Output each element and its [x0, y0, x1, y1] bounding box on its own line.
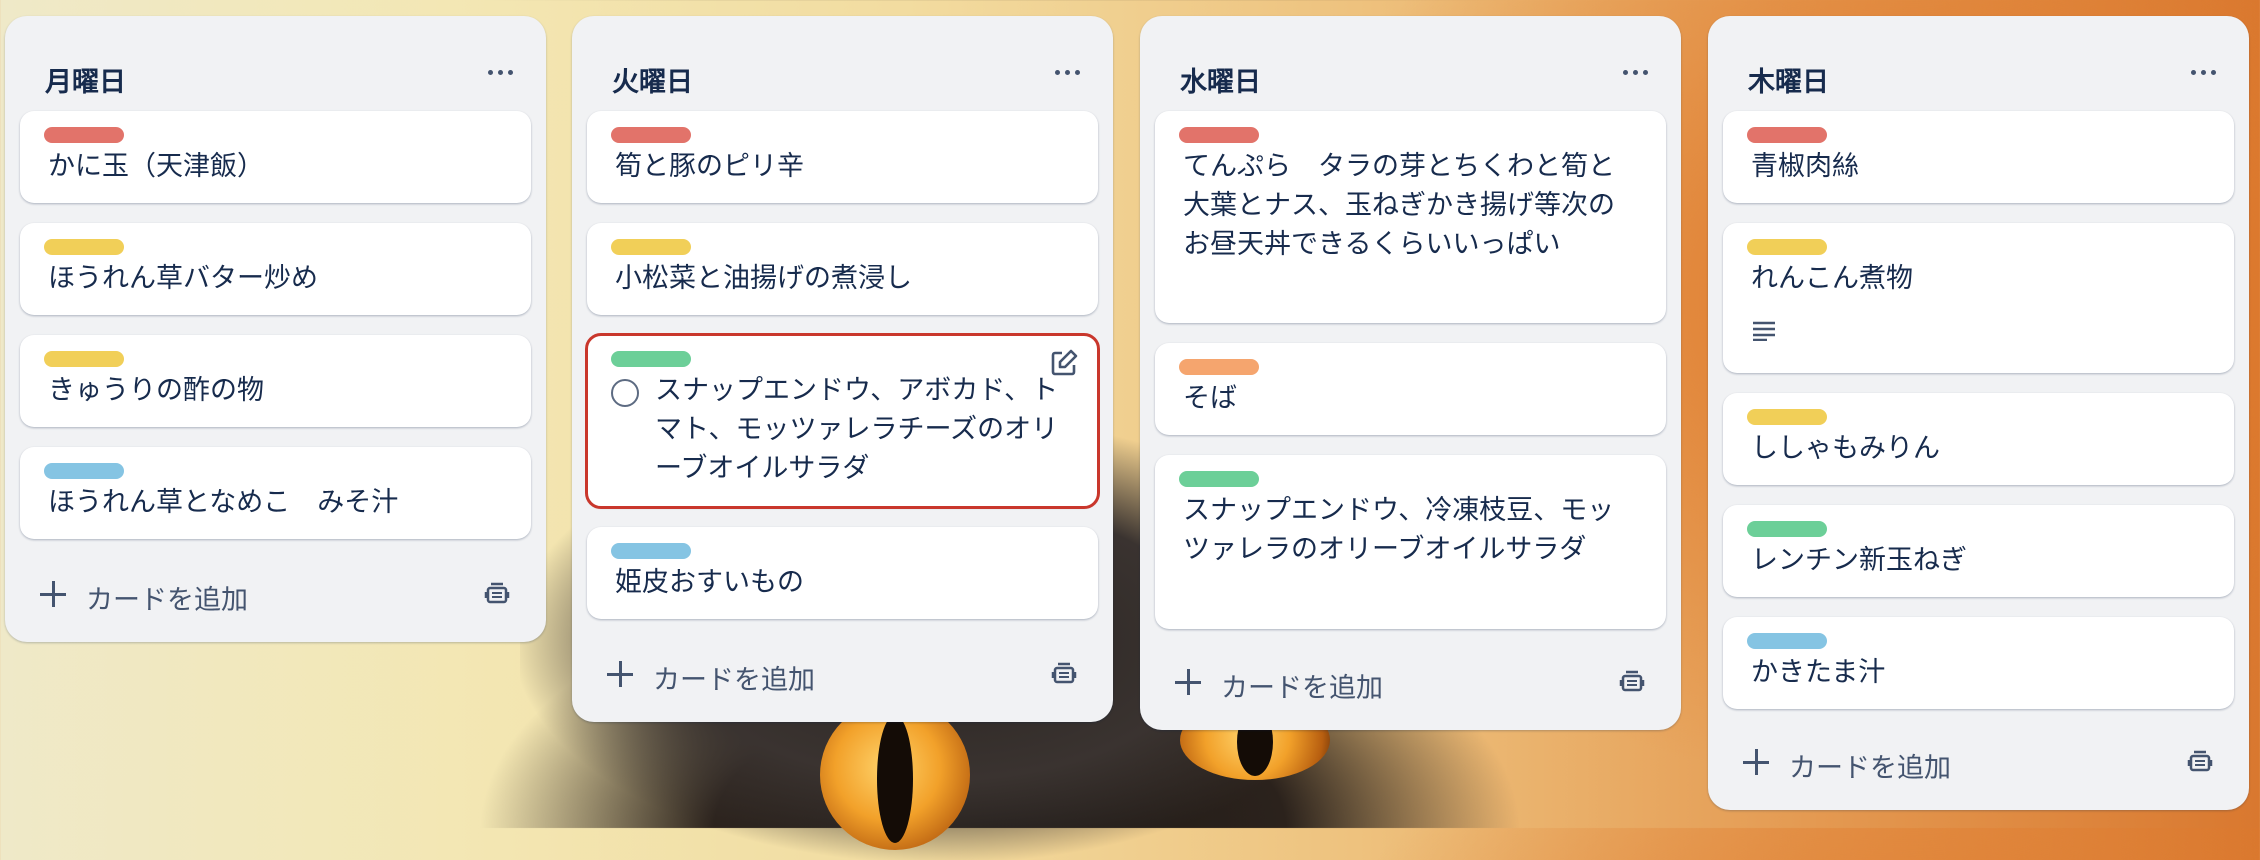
card-title: てんぷら タラの芽とちくわと筍と大葉とナス、玉ねぎかき揚げ等次のお昼天丼できるく…	[1183, 151, 1615, 260]
card-label	[1747, 409, 1827, 425]
plus-icon	[1741, 747, 1771, 777]
card[interactable]: かきたま汁	[1723, 617, 2234, 709]
plus-icon	[1173, 667, 1203, 697]
card[interactable]: れんこん煮物	[1723, 223, 2234, 373]
card-title: ほうれん草バター炒め	[48, 263, 318, 294]
list-monday: 月曜日 かに玉（天津飯） ほうれん草バター炒め きゅうりの酢の物 ほうれん草とな…	[5, 16, 546, 642]
card-selected[interactable]: スナップエンドウ、アボカド、トマト、モッツァレラチーズのオリーブオイルサラダ	[585, 333, 1100, 509]
card[interactable]: ししゃもみりん	[1723, 393, 2234, 485]
add-card-button[interactable]: カードを追加	[1723, 734, 2234, 790]
card[interactable]: 小松菜と油揚げの煮浸し	[587, 223, 1098, 315]
card-title: れんこん煮物	[1751, 263, 1913, 294]
circle-check-icon[interactable]	[611, 379, 639, 407]
card[interactable]: ほうれん草バター炒め	[20, 223, 531, 315]
add-card-label: カードを追加	[653, 665, 815, 696]
card[interactable]: 青椒肉絲	[1723, 111, 2234, 203]
card-title: ししゃもみりん	[1751, 433, 1940, 464]
card-title: そば	[1183, 383, 1237, 414]
card-template-icon[interactable]	[2186, 748, 2214, 776]
card-title: かに玉（天津飯）	[48, 151, 264, 182]
card-label	[1179, 127, 1259, 143]
list-title: 水曜日	[1180, 67, 1261, 98]
card-title: レンチン新玉ねぎ	[1751, 545, 1967, 576]
card-label	[44, 239, 124, 255]
card[interactable]: レンチン新玉ねぎ	[1723, 505, 2234, 597]
list-header: 月曜日	[5, 16, 546, 98]
card-title: スナップエンドウ、冷凍枝豆、モッツァレラのオリーブオイルサラダ	[1183, 495, 1615, 565]
list-header: 火曜日	[572, 16, 1113, 98]
more-horizontal-icon[interactable]	[2183, 52, 2223, 92]
card-title: 筍と豚のピリ辛	[615, 151, 804, 182]
more-horizontal-icon[interactable]	[1047, 52, 1087, 92]
card-title: ほうれん草となめこ みそ汁	[48, 487, 399, 518]
plus-icon	[38, 579, 68, 609]
card-title: 小松菜と油揚げの煮浸し	[615, 263, 912, 294]
card[interactable]: かに玉（天津飯）	[20, 111, 531, 203]
card-template-icon[interactable]	[1050, 660, 1078, 688]
card-template-icon[interactable]	[1618, 668, 1646, 696]
more-horizontal-icon[interactable]	[1615, 52, 1655, 92]
card-label	[611, 239, 691, 255]
card[interactable]: きゅうりの酢の物	[20, 335, 531, 427]
list-header: 木曜日	[1708, 16, 2249, 98]
list-thursday: 木曜日 青椒肉絲 れんこん煮物 ししゃもみりん レンチン新玉ねぎ かきたま汁 カ…	[1708, 16, 2249, 810]
add-card-label: カードを追加	[1221, 673, 1383, 704]
card[interactable]: スナップエンドウ、冷凍枝豆、モッツァレラのオリーブオイルサラダ	[1155, 455, 1666, 629]
card-label	[1747, 521, 1827, 537]
list-title: 月曜日	[45, 67, 126, 98]
card-label	[611, 543, 691, 559]
card-label	[44, 351, 124, 367]
card-label	[1747, 127, 1827, 143]
card-title: 姫皮おすいもの	[615, 567, 804, 598]
card-label	[611, 127, 691, 143]
card-label	[1179, 471, 1259, 487]
list-header: 水曜日	[1140, 16, 1681, 98]
add-card-label: カードを追加	[1789, 753, 1951, 784]
card[interactable]: ほうれん草となめこ みそ汁	[20, 447, 531, 539]
board: 月曜日 かに玉（天津飯） ほうれん草バター炒め きゅうりの酢の物 ほうれん草とな…	[0, 0, 2260, 828]
card[interactable]: そば	[1155, 343, 1666, 435]
card[interactable]: 筍と豚のピリ辛	[587, 111, 1098, 203]
add-card-button[interactable]: カードを追加	[20, 566, 531, 622]
card-label	[1179, 359, 1259, 375]
card-title: きゅうりの酢の物	[48, 375, 264, 406]
card-title: スナップエンドウ、アボカド、トマト、モッツァレラチーズのオリーブオイルサラダ	[655, 375, 1059, 484]
list-title: 火曜日	[612, 67, 693, 98]
card-label	[1747, 239, 1827, 255]
more-horizontal-icon[interactable]	[480, 52, 520, 92]
list-tuesday: 火曜日 筍と豚のピリ辛 小松菜と油揚げの煮浸し スナップエンドウ、アボカド、トマ…	[572, 16, 1113, 722]
list-wednesday: 水曜日 てんぷら タラの芽とちくわと筍と大葉とナス、玉ねぎかき揚げ等次のお昼天丼…	[1140, 16, 1681, 730]
card-title: かきたま汁	[1751, 657, 1886, 688]
add-card-button[interactable]: カードを追加	[1155, 654, 1666, 710]
card-template-icon[interactable]	[483, 580, 511, 608]
card-label	[44, 463, 124, 479]
list-title: 木曜日	[1748, 67, 1829, 98]
card-label	[1747, 633, 1827, 649]
add-card-button[interactable]: カードを追加	[587, 646, 1098, 702]
card-label	[611, 351, 691, 367]
card[interactable]: 姫皮おすいもの	[587, 527, 1098, 619]
card-title: 青椒肉絲	[1751, 151, 1859, 182]
plus-icon	[605, 659, 635, 689]
description-lines-icon	[1753, 321, 1775, 341]
add-card-label: カードを追加	[86, 585, 248, 616]
card[interactable]: てんぷら タラの芽とちくわと筍と大葉とナス、玉ねぎかき揚げ等次のお昼天丼できるく…	[1155, 111, 1666, 323]
edit-icon[interactable]	[1048, 347, 1080, 379]
card-label	[44, 127, 124, 143]
